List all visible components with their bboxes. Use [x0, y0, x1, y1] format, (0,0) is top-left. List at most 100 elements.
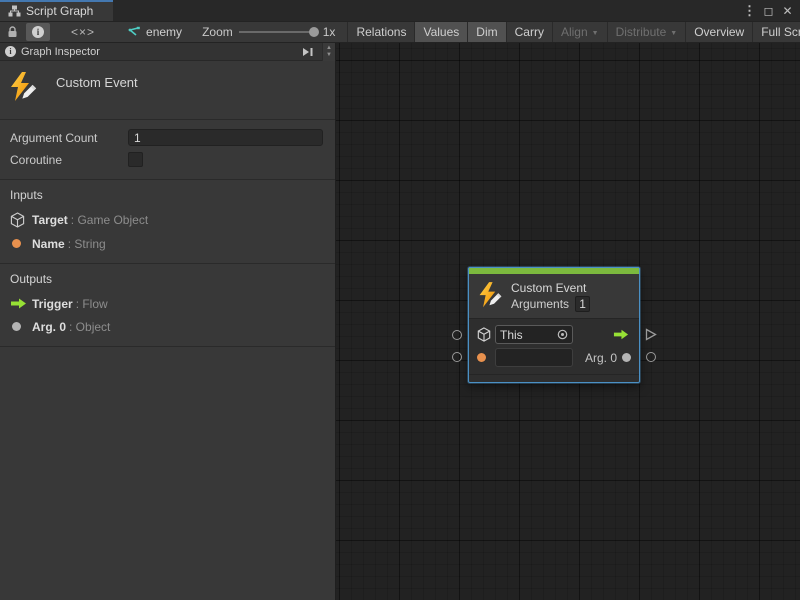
- argument-count-value: 1: [134, 131, 141, 145]
- node-row-target: This: [477, 324, 631, 345]
- info-icon: i: [32, 26, 44, 38]
- graph-icon: [127, 26, 141, 38]
- port-name: Target: [32, 213, 68, 227]
- unit-properties: Argument Count 1 Coroutine: [0, 120, 335, 180]
- graph-name: enemy: [146, 25, 182, 39]
- align-button[interactable]: Align ▼: [552, 22, 607, 42]
- zoom-slider[interactable]: [239, 31, 317, 33]
- flow-output-port[interactable]: [645, 328, 657, 341]
- port-row-arg0: Arg. 0 : Object: [10, 319, 325, 334]
- values-label: Values: [423, 25, 459, 39]
- port-row-name: Name : String: [10, 236, 325, 251]
- port-name: Arg. 0: [32, 320, 66, 334]
- argument-count-field[interactable]: 1: [128, 129, 323, 146]
- name-input-field[interactable]: [495, 348, 573, 367]
- arg0-label: Arg. 0: [585, 351, 617, 365]
- arguments-label: Arguments: [511, 296, 569, 312]
- titlebar: Script Graph ⋮ ◻ ✕: [0, 0, 800, 21]
- flow-arrow-icon: [10, 298, 32, 309]
- tab-label: Script Graph: [26, 4, 93, 18]
- lock-icon: [7, 26, 18, 38]
- panel-steppers: ▲ ▼: [322, 43, 335, 61]
- unit-title: Custom Event: [56, 71, 138, 90]
- port-row-trigger: Trigger : Flow: [10, 296, 325, 311]
- target-value: This: [500, 328, 557, 342]
- code-icon: <×>: [71, 25, 95, 39]
- target-object-picker[interactable]: This: [495, 325, 573, 344]
- code-view-button[interactable]: <×>: [51, 22, 115, 42]
- object-port-dot: [622, 353, 631, 362]
- distribute-button[interactable]: Distribute ▼: [607, 22, 686, 42]
- zoom-slider-handle[interactable]: [309, 27, 319, 37]
- value-input-port[interactable]: [452, 352, 462, 362]
- window-controls: ⋮ ◻ ✕: [741, 0, 796, 21]
- dim-button[interactable]: Dim: [467, 22, 505, 42]
- node-arguments-row: Arguments 1: [511, 296, 590, 312]
- zoom-label: Zoom: [202, 25, 233, 39]
- node-header[interactable]: Custom Event Arguments 1: [469, 274, 639, 319]
- graph-canvas[interactable]: Custom Event Arguments 1: [336, 43, 800, 600]
- full-screen-label: Full Screen: [761, 25, 800, 39]
- toolbar-buttons: Relations Values Dim Carry Align ▼ Distr…: [347, 22, 800, 42]
- custom-event-icon: [477, 281, 503, 311]
- object-port-dot: [10, 322, 32, 331]
- zoom-control: Zoom 1x: [192, 22, 345, 42]
- port-type: : Flow: [76, 297, 108, 311]
- carry-label: Carry: [515, 25, 544, 39]
- flow-arrow-icon: [613, 329, 629, 340]
- close-icon[interactable]: ✕: [779, 2, 796, 19]
- script-graph-icon: [8, 5, 21, 17]
- port-row-target: Target : Game Object: [10, 212, 325, 228]
- carry-button[interactable]: Carry: [506, 22, 552, 42]
- inputs-title: Inputs: [10, 188, 325, 202]
- coroutine-checkbox[interactable]: [128, 152, 143, 167]
- distribute-label: Distribute: [616, 25, 667, 39]
- port-name: Trigger: [32, 297, 73, 311]
- scroll-up-icon[interactable]: ▲: [326, 45, 332, 51]
- unit-header: Custom Event: [0, 61, 335, 120]
- maximize-icon[interactable]: ◻: [760, 2, 777, 19]
- scroll-down-icon[interactable]: ▼: [326, 52, 332, 58]
- values-button[interactable]: Values: [414, 22, 467, 42]
- overview-label: Overview: [694, 25, 744, 39]
- coroutine-label: Coroutine: [10, 153, 128, 167]
- port-type: : Game Object: [71, 213, 148, 227]
- coroutine-row: Coroutine: [10, 150, 323, 169]
- dock-panel-icon[interactable]: [298, 46, 317, 58]
- full-screen-button[interactable]: Full Screen: [752, 22, 800, 42]
- overview-button[interactable]: Overview: [685, 22, 752, 42]
- custom-event-node[interactable]: Custom Event Arguments 1: [468, 267, 640, 383]
- script-graph-window: Script Graph ⋮ ◻ ✕ i <×>: [0, 0, 800, 600]
- lock-button[interactable]: [0, 22, 25, 42]
- graph-inspector-panel: i Graph Inspector ▲ ▼: [0, 43, 336, 600]
- align-label: Align: [561, 25, 588, 39]
- graph-breadcrumb[interactable]: enemy: [115, 22, 192, 42]
- arguments-value-field[interactable]: 1: [575, 296, 590, 312]
- port-type: : String: [68, 237, 106, 251]
- chevron-down-icon: ▼: [592, 30, 599, 37]
- relations-button[interactable]: Relations: [347, 22, 414, 42]
- chevron-down-icon: ▼: [670, 30, 677, 37]
- node-body: This: [469, 319, 639, 374]
- outputs-title: Outputs: [10, 272, 325, 286]
- relations-label: Relations: [356, 25, 406, 39]
- cube-icon: [477, 327, 495, 342]
- graph-inspector-title: Graph Inspector: [21, 46, 293, 58]
- tab-script-graph[interactable]: Script Graph: [0, 0, 113, 21]
- custom-event-icon: [8, 71, 38, 105]
- string-port-dot: [10, 239, 32, 248]
- inputs-section: Inputs Target : Game Object Name : Strin…: [0, 180, 335, 264]
- port-type: : Object: [69, 320, 110, 334]
- outputs-section: Outputs Trigger : Flow Arg. 0 : Object: [0, 264, 335, 347]
- node-footer: [469, 374, 639, 382]
- string-port-dot: [477, 353, 495, 362]
- flow-input-port[interactable]: [452, 330, 462, 340]
- info-icon: i: [5, 46, 16, 57]
- value-output-port[interactable]: [646, 352, 656, 362]
- menu-kebab-icon[interactable]: ⋮: [741, 2, 758, 19]
- inspector-toggle-button[interactable]: i: [26, 23, 50, 41]
- cube-icon: [10, 212, 32, 228]
- node-row-arg0: Arg. 0: [477, 347, 631, 368]
- graph-toolbar: i <×> enemy Zoom 1x Relation: [0, 21, 800, 43]
- active-tab-accent: [0, 0, 113, 2]
